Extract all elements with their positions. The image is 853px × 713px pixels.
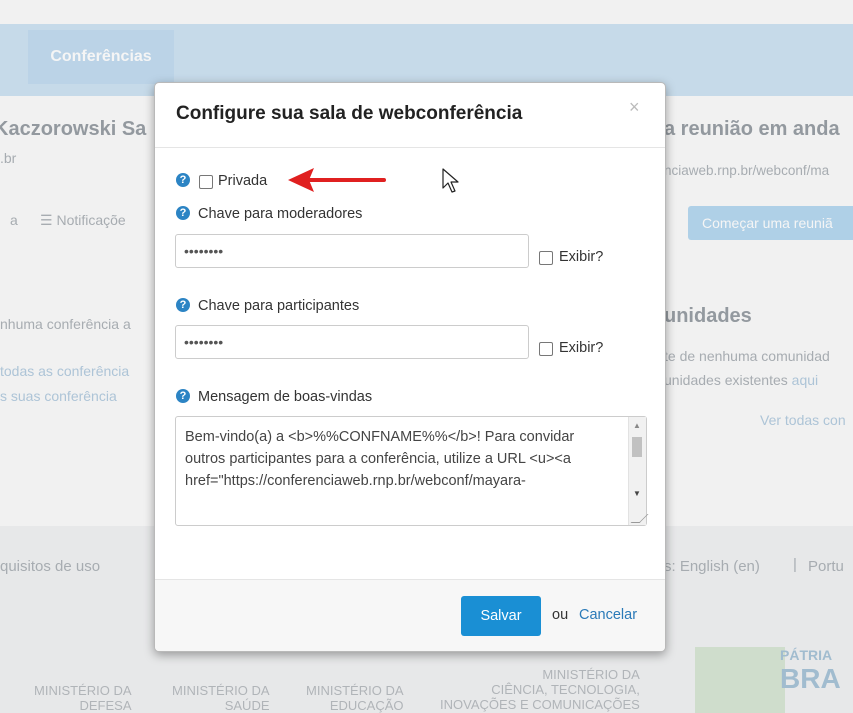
scroll-down-icon[interactable]: ▼ xyxy=(633,489,641,498)
mouse-cursor-icon xyxy=(442,168,459,193)
private-label[interactable]: Privada xyxy=(218,173,267,189)
show-participant-key-label[interactable]: Exibir? xyxy=(559,340,603,356)
show-moderator-key-checkbox[interactable] xyxy=(539,251,553,265)
show-moderator-key-label[interactable]: Exibir? xyxy=(559,249,603,265)
config-modal: Configure sua sala de webconferência × ?… xyxy=(154,82,666,652)
help-circle-icon[interactable]: ? xyxy=(176,389,190,403)
welcome-message-text: Bem-vindo(a) a <b>%%CONFNAME%%</b>! Para… xyxy=(185,429,575,489)
save-button[interactable]: Salvar xyxy=(461,596,541,636)
private-checkbox[interactable] xyxy=(199,175,213,189)
cancel-link[interactable]: Cancelar xyxy=(579,607,637,623)
close-icon[interactable]: × xyxy=(629,97,640,118)
scrollbar-thumb[interactable] xyxy=(632,437,642,457)
or-text: ou xyxy=(552,607,569,623)
help-circle-icon[interactable]: ? xyxy=(176,173,190,187)
participant-key-label: Chave para participantes xyxy=(198,298,360,314)
scroll-up-icon[interactable]: ▲ xyxy=(633,421,641,430)
modal-title: Configure sua sala de webconferência xyxy=(176,103,523,124)
help-circle-icon[interactable]: ? xyxy=(176,206,190,220)
red-arrow-icon xyxy=(288,168,386,192)
moderator-key-input[interactable]: •••••••• xyxy=(175,234,529,268)
moderator-key-label: Chave para moderadores xyxy=(198,206,363,222)
welcome-message-label: Mensagem de boas-vindas xyxy=(198,389,373,405)
welcome-message-textarea[interactable]: Bem-vindo(a) a <b>%%CONFNAME%%</b>! Para… xyxy=(175,416,649,526)
modal-header: Configure sua sala de webconferência × xyxy=(155,83,665,148)
textarea-scrollbar[interactable]: ▲ ▼ xyxy=(628,417,646,525)
modal-footer: Salvar ou Cancelar xyxy=(155,579,665,651)
help-circle-icon[interactable]: ? xyxy=(176,298,190,312)
participant-key-input[interactable]: •••••••• xyxy=(175,325,529,359)
show-participant-key-checkbox[interactable] xyxy=(539,342,553,356)
